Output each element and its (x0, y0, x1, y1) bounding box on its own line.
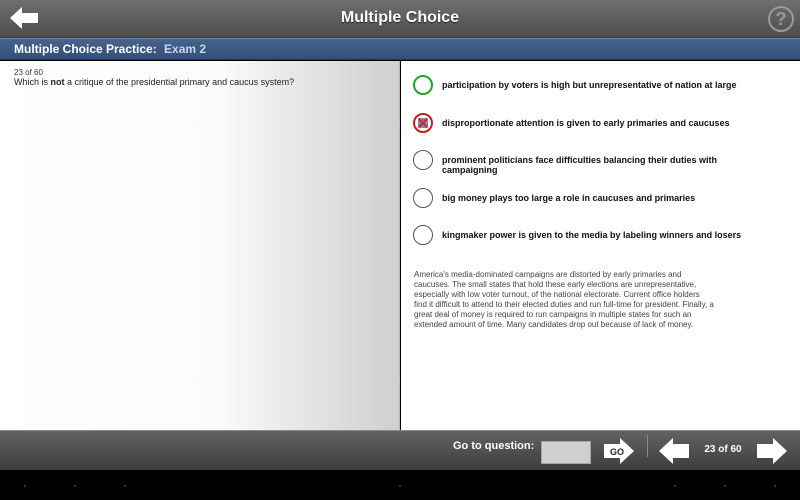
nav-dot (74, 485, 76, 487)
nav-dot (124, 485, 126, 487)
answer-text: kingmaker power is given to the media by… (442, 230, 742, 240)
nav-divider (647, 435, 648, 457)
goto-question-input[interactable] (541, 441, 591, 464)
go-button[interactable]: GO (603, 436, 635, 466)
section-header: Multiple Choice Practice: Exam 2 (0, 38, 800, 60)
goto-question-label: Go to question: (453, 440, 535, 452)
answer-text: prominent politicians face difficulties … (442, 155, 718, 175)
question-text-emphasis: not (50, 77, 65, 87)
nav-dot (724, 485, 726, 487)
radio-icon[interactable] (413, 150, 433, 170)
previous-arrow-icon[interactable] (658, 436, 690, 466)
system-nav-bar (0, 470, 800, 500)
next-arrow-icon[interactable] (756, 436, 788, 466)
question-text-after: a critique of the presidential primary a… (64, 77, 295, 87)
nav-dot (24, 485, 26, 487)
app-title: Multiple Choice (340, 9, 460, 26)
wrong-radio-icon[interactable] (413, 113, 433, 133)
practice-label: Multiple Choice Practice: (14, 42, 157, 56)
answer-text: big money plays too large a role in cauc… (442, 193, 696, 203)
help-icon[interactable]: ? (768, 6, 794, 32)
answer-text: disproportionate attention is given to e… (442, 118, 730, 128)
answer-text: participation by voters is high but unre… (442, 80, 737, 90)
correct-radio-icon[interactable] (413, 75, 433, 95)
nav-dot (774, 485, 776, 487)
x-mark-icon (418, 118, 428, 128)
radio-icon[interactable] (413, 225, 433, 245)
go-button-label: GO (610, 447, 624, 457)
page-counter: 23 of 60 (704, 444, 742, 455)
question-panel: 23 of 60 Which is not a critique of the … (0, 61, 400, 430)
question-text-before: Which is (14, 77, 51, 87)
bottom-nav-bar: Go to question: GO 23 of 60 (0, 430, 800, 470)
answers-panel: participation by voters is high but unre… (401, 61, 800, 430)
nav-dot (674, 485, 676, 487)
radio-icon[interactable] (413, 188, 433, 208)
answer-explanation: America's media-dominated campaigns are … (414, 270, 714, 329)
top-bar: Multiple Choice ? (0, 0, 800, 38)
question-counter: 23 of 60 (14, 68, 43, 77)
nav-dot (399, 485, 401, 487)
exam-name: Exam 2 (164, 42, 207, 56)
question-text: Which is not a critique of the president… (14, 77, 294, 87)
